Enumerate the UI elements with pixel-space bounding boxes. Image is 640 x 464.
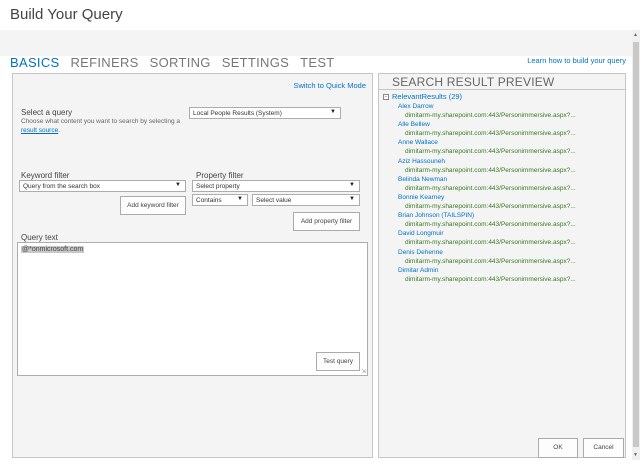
- minus-box-icon[interactable]: −: [383, 93, 389, 100]
- property-select-value: Select property: [196, 183, 240, 190]
- result-name[interactable]: Anne Wallace: [398, 138, 623, 147]
- result-url: dimitarm-my.sharepoint.com:443/Personimm…: [405, 275, 576, 283]
- query-source-value: Local People Results (System): [193, 110, 282, 117]
- top-bar: [0, 30, 632, 56]
- tab-sorting[interactable]: SORTING: [150, 55, 211, 70]
- result-url: dimitarm-my.sharepoint.com:443/Personimm…: [405, 202, 576, 210]
- value-select-value: Select value: [256, 197, 292, 204]
- result-name[interactable]: Brian Johnson (TAILSPIN): [398, 211, 623, 220]
- result-name[interactable]: Aziz Hassouneh: [398, 157, 623, 166]
- query-source-select[interactable]: Local People Results (System) ▼: [189, 107, 341, 119]
- result-source-link[interactable]: result source: [21, 127, 58, 134]
- result-url: dimitarm-my.sharepoint.com:443/Personimm…: [405, 239, 576, 247]
- results-group-label: RelevantResults (29): [392, 92, 463, 101]
- quick-mode-link[interactable]: Switch to Quick Mode: [293, 81, 366, 90]
- chevron-down-icon: ▼: [175, 182, 181, 188]
- result-url: dimitarm-my.sharepoint.com:443/Personimm…: [405, 166, 576, 174]
- tab-refiners[interactable]: REFINERS: [70, 55, 138, 70]
- tab-bar: BASICS REFINERS SORTING SETTINGS TEST: [10, 55, 346, 70]
- query-text-label: Query text: [21, 233, 58, 242]
- result-name[interactable]: Belinda Newman: [398, 175, 623, 184]
- result-url: dimitarm-my.sharepoint.com:443/Personimm…: [405, 112, 576, 119]
- operator-select-value: Contains: [196, 197, 222, 204]
- chevron-down-icon: ▼: [349, 182, 355, 188]
- scroll-thumb[interactable]: [633, 42, 639, 447]
- chevron-down-icon: ▼: [349, 196, 355, 202]
- add-keyword-filter-button[interactable]: Add keyword filter: [120, 196, 186, 215]
- property-filter-label: Property filter: [196, 171, 244, 180]
- result-name[interactable]: Dimitar Admin: [398, 266, 623, 275]
- tab-basics[interactable]: BASICS: [10, 55, 59, 70]
- ok-button[interactable]: OK: [538, 438, 578, 458]
- result-url: dimitarm-my.sharepoint.com:443/Personimm…: [405, 148, 576, 156]
- value-select[interactable]: Select value ▼: [252, 194, 360, 206]
- results-group-header[interactable]: − RelevantResults (29): [383, 92, 462, 101]
- dialog-title: Build Your Query: [10, 6, 123, 23]
- select-query-help-end: .: [58, 127, 61, 134]
- learn-link[interactable]: Learn how to build your query: [527, 56, 626, 65]
- chevron-down-icon: ▼: [237, 196, 243, 202]
- result-url: dimitarm-my.sharepoint.com:443/Personimm…: [405, 221, 576, 229]
- preview-divider: [379, 89, 625, 90]
- keyword-filter-select[interactable]: Query from the search box ▼: [19, 180, 186, 192]
- result-name[interactable]: Bonnie Kearney: [398, 193, 623, 202]
- scroll-down-icon[interactable]: ▼: [633, 452, 638, 458]
- select-query-label: Select a query: [21, 108, 73, 117]
- cancel-button[interactable]: Cancel: [583, 438, 624, 458]
- result-name[interactable]: David Longmuir: [398, 229, 623, 238]
- add-property-filter-button[interactable]: Add property filter: [293, 212, 360, 231]
- preview-title: SEARCH RESULT PREVIEW: [392, 75, 555, 89]
- test-query-button[interactable]: Test query: [316, 352, 360, 371]
- result-name[interactable]: Alle Bellew: [398, 120, 623, 129]
- result-url: dimitarm-my.sharepoint.com:443/Personimm…: [405, 130, 576, 138]
- select-query-help: Choose what content you want to search b…: [21, 117, 181, 135]
- select-query-help-text: Choose what content you want to search b…: [21, 118, 180, 125]
- keyword-filter-label: Keyword filter: [21, 171, 70, 180]
- operator-select[interactable]: Contains ▼: [192, 194, 248, 206]
- select-query-section: Select a query Choose what content you w…: [21, 108, 181, 135]
- search-result-preview-panel: SEARCH RESULT PREVIEW − RelevantResults …: [378, 73, 626, 458]
- property-select[interactable]: Select property ▼: [192, 180, 360, 192]
- resize-grip-icon[interactable]: ⇲: [361, 368, 366, 375]
- results-list: Alex Darrow dimitarm-my.sharepoint.com:4…: [398, 102, 623, 284]
- chevron-down-icon: ▼: [330, 109, 336, 115]
- result-url: dimitarm-my.sharepoint.com:443/Personimm…: [405, 257, 576, 265]
- keyword-filter-value: Query from the search box: [23, 183, 100, 190]
- query-builder-panel: Switch to Quick Mode Select a query Choo…: [12, 73, 373, 458]
- vertical-scrollbar[interactable]: ▲ ▼: [632, 30, 640, 460]
- tab-test[interactable]: TEST: [300, 55, 334, 70]
- result-name[interactable]: Alex Darrow: [398, 102, 623, 111]
- scroll-up-icon[interactable]: ▲: [633, 32, 638, 38]
- result-name[interactable]: Denis Dehenne: [398, 248, 623, 257]
- query-text-value: @*onmicrosoft.com: [21, 246, 85, 253]
- result-url: dimitarm-my.sharepoint.com:443/Personimm…: [405, 184, 576, 192]
- tab-settings[interactable]: SETTINGS: [222, 55, 289, 70]
